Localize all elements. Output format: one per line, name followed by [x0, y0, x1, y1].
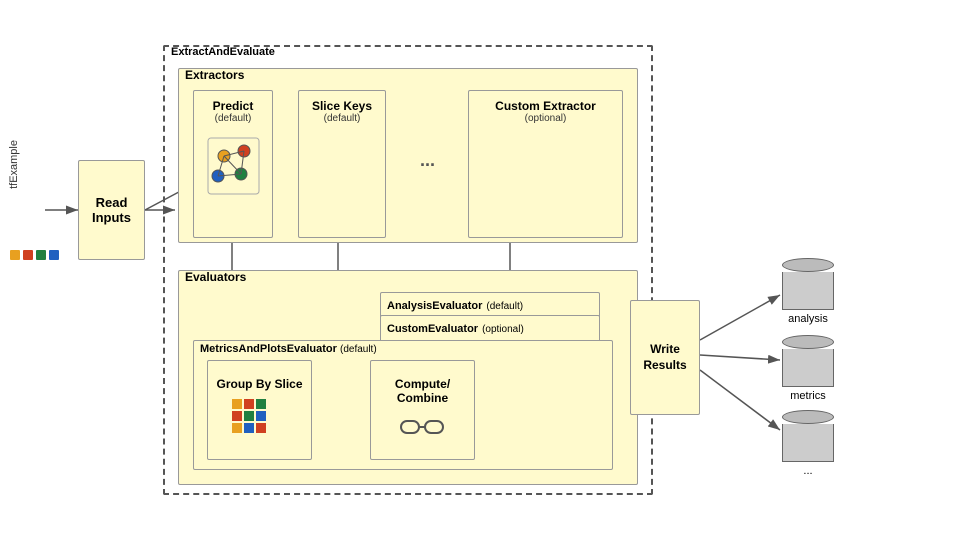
cylinder-ellipsis-label: ... [803, 465, 812, 477]
group-by-slice-icon [230, 397, 290, 447]
analysis-evaluator-sublabel: (default) [486, 301, 523, 312]
read-inputs-label: Read Inputs [79, 195, 144, 225]
custom-extractor-label: Custom Extractor [495, 99, 596, 113]
color-dots [10, 250, 59, 260]
read-inputs-box: Read Inputs [78, 160, 145, 260]
slice-keys-sublabel: (default) [324, 113, 361, 124]
cylinder-ellipsis-top [782, 410, 834, 424]
custom-evaluator-box: CustomEvaluator (optional) [380, 315, 600, 343]
predict-sublabel: (default) [215, 113, 252, 124]
cylinder-analysis-top [782, 258, 834, 272]
custom-evaluator-sublabel: (optional) [482, 324, 524, 335]
cylinder-metrics-label: metrics [790, 390, 825, 402]
cylinder-analysis-label: analysis [788, 313, 828, 325]
compute-combine-label: Compute/ Combine [371, 377, 474, 406]
dot-red [23, 250, 33, 260]
cylinder-ellipsis: ... [782, 410, 834, 477]
ellipsis-extractors: ... [420, 150, 435, 171]
dot-blue [49, 250, 59, 260]
extractors-title: Extractors [185, 68, 244, 82]
predict-box: Predict (default) [193, 90, 273, 238]
predict-label: Predict [213, 99, 254, 113]
cylinder-analysis: analysis [782, 258, 834, 325]
analysis-evaluator-label: AnalysisEvaluator [387, 300, 482, 312]
group-by-slice-box: Group By Slice [207, 360, 312, 460]
custom-evaluator-label: CustomEvaluator [387, 323, 478, 335]
cylinder-ellipsis-body [782, 424, 834, 462]
compute-combine-icon [398, 413, 448, 443]
tf-example-label: tfExample [8, 140, 20, 189]
compute-combine-box: Compute/ Combine [370, 360, 475, 460]
cylinder-metrics: metrics [782, 335, 834, 402]
dot-green [36, 250, 46, 260]
extract-evaluate-title: ExtractAndEvaluate [171, 46, 275, 58]
cylinder-analysis-body [782, 272, 834, 310]
custom-extractor-sublabel: (optional) [525, 113, 567, 124]
cylinder-metrics-top [782, 335, 834, 349]
write-results-label: Write Results [631, 342, 699, 373]
evaluators-title: Evaluators [185, 270, 246, 284]
predict-icon [206, 136, 261, 196]
dot-orange [10, 250, 20, 260]
group-by-slice-label: Group By Slice [216, 377, 302, 391]
cylinder-metrics-body [782, 349, 834, 387]
custom-extractor-box: Custom Extractor (optional) [468, 90, 623, 238]
write-results-box: Write Results [630, 300, 700, 415]
slice-keys-box: Slice Keys (default) [298, 90, 386, 238]
slice-keys-label: Slice Keys [312, 99, 372, 113]
diagram: tfExample Read Inputs ExtractAndEvaluate… [0, 0, 960, 540]
metrics-plots-title: MetricsAndPlotsEvaluator (default) [200, 343, 377, 355]
